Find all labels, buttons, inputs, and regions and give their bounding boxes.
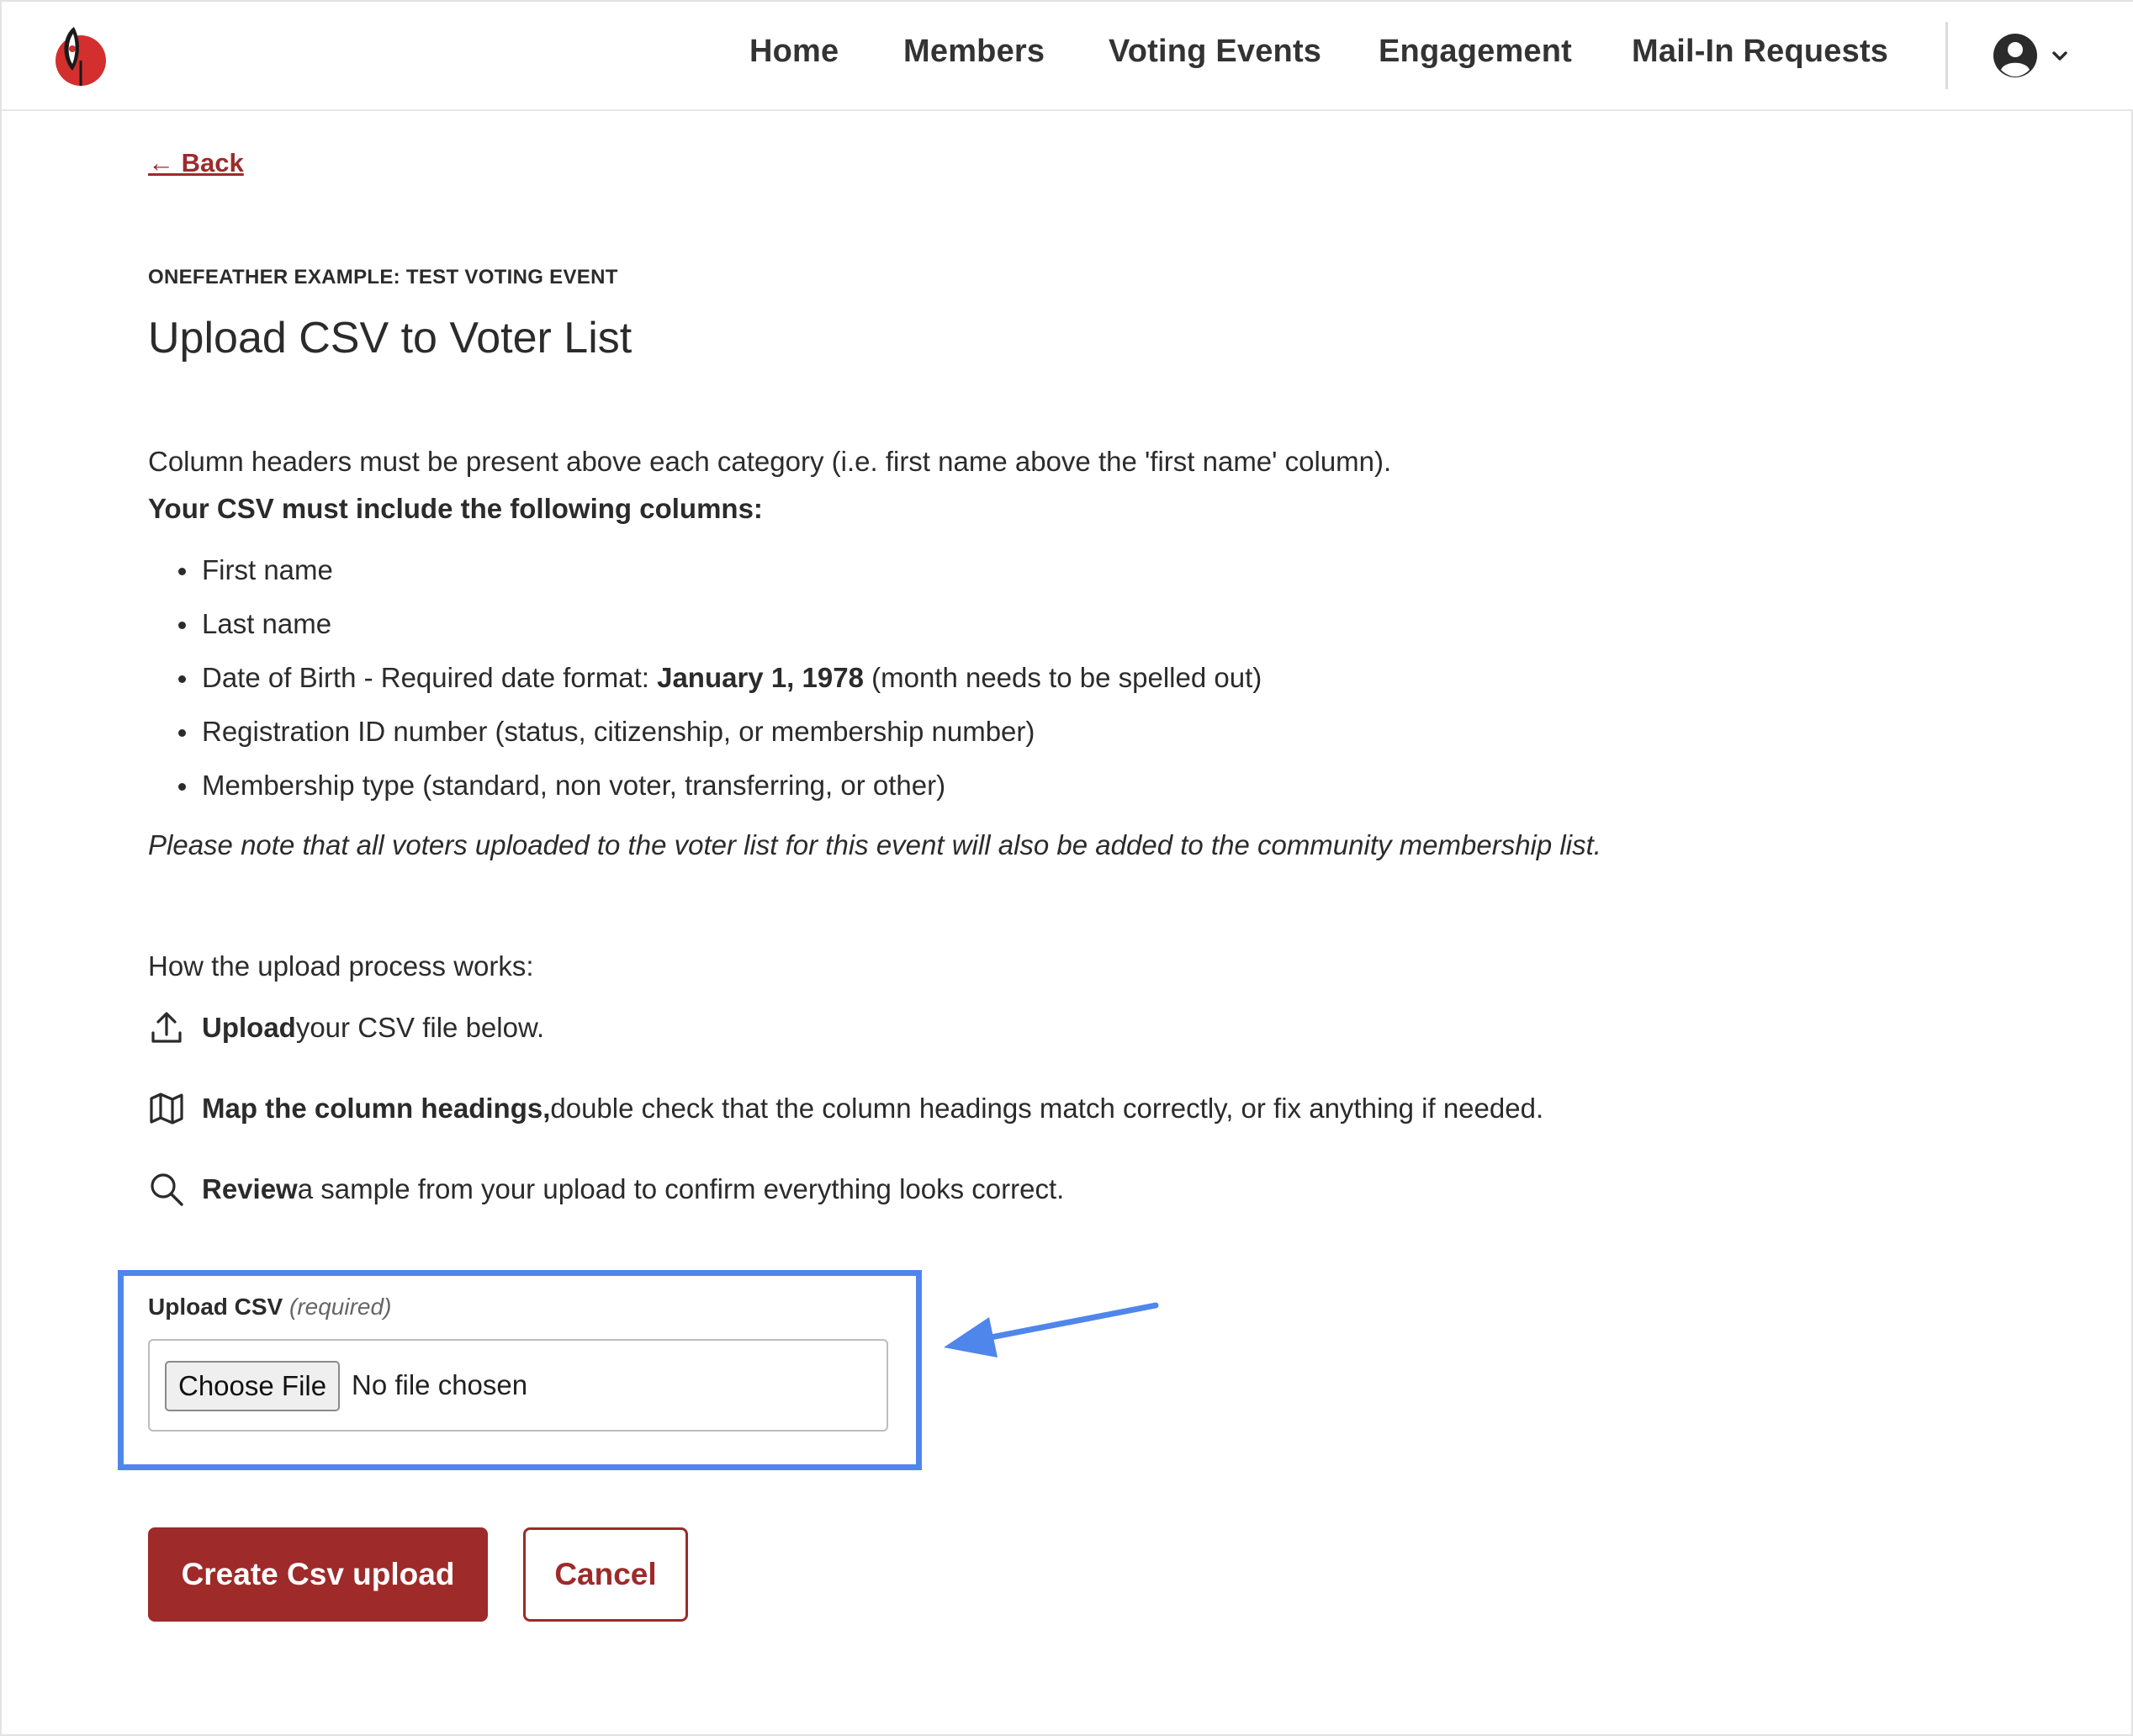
create-csv-upload-button[interactable]: Create Csv upload	[148, 1527, 488, 1622]
nav-divider	[1945, 22, 1948, 89]
choose-file-button[interactable]: Choose File	[165, 1361, 341, 1411]
list-item: Last name	[175, 606, 1262, 659]
back-link[interactable]: ← Back	[148, 148, 244, 178]
process-step-upload: Upload your CSV file below.	[148, 1008, 544, 1048]
list-item: Registration ID number (status, citizens…	[175, 713, 1262, 767]
upload-icon	[151, 1012, 182, 1043]
user-menu-button[interactable]	[1992, 32, 2076, 79]
step-upload-text: your CSV file below.	[295, 1012, 545, 1043]
process-step-map: Map the column headings, double check th…	[148, 1088, 1543, 1129]
column-membership-type: Membership type (standard, non voter, tr…	[202, 770, 946, 801]
upload-label-text: Upload CSV	[148, 1294, 283, 1320]
step-map-bold: Map the column headings,	[202, 1093, 551, 1124]
nav-home[interactable]: Home	[749, 34, 839, 70]
user-circle-icon	[1993, 34, 2037, 77]
top-navbar: Home Members Voting Events Engagement Ma…	[2, 2, 2133, 111]
chevron-down-icon	[2052, 51, 2067, 61]
column-dob-prefix: Date of Birth - Required date format:	[202, 662, 658, 693]
list-item: First name	[175, 552, 1262, 606]
step-upload-bold: Upload	[202, 1012, 296, 1043]
nav-engagement[interactable]: Engagement	[1379, 34, 1572, 70]
membership-note: Please note that all voters uploaded to …	[148, 829, 1601, 860]
page: Home Members Voting Events Engagement Ma…	[0, 0, 2133, 1736]
map-icon	[150, 1093, 183, 1125]
page-title: Upload CSV to Voter List	[148, 314, 632, 363]
cancel-button[interactable]: Cancel	[523, 1527, 688, 1622]
step-review-bold: Review	[202, 1173, 298, 1204]
column-dob-example: January 1, 1978	[657, 662, 864, 693]
column-last-name: Last name	[202, 608, 332, 639]
process-heading: How the upload process works:	[148, 950, 534, 982]
list-item: Membership type (standard, non voter, tr…	[175, 767, 1262, 821]
feather-logo-icon[interactable]	[49, 24, 109, 89]
column-dob-suffix: (month needs to be spelled out)	[863, 662, 1262, 693]
event-name: ONEFEATHER EXAMPLE: TEST VOTING EVENT	[148, 266, 618, 288]
column-registration-id: Registration ID number (status, citizens…	[202, 716, 1035, 747]
nav-voting-events[interactable]: Voting Events	[1109, 34, 1321, 70]
nav-mail-in-requests[interactable]: Mail-In Requests	[1632, 34, 1888, 70]
required-hint: (required)	[289, 1294, 392, 1320]
step-review-text: a sample from your upload to confirm eve…	[297, 1173, 1065, 1204]
process-step-review: Review a sample from your upload to conf…	[148, 1169, 1064, 1209]
columns-heading: Your CSV must include the following colu…	[148, 493, 763, 524]
step-map-text: double check that the column headings ma…	[550, 1093, 1544, 1124]
upload-csv-label: Upload CSV (required)	[148, 1294, 391, 1321]
required-columns-list: First name Last name Date of Birth - Req…	[175, 552, 1262, 821]
no-file-chosen-text: No file chosen	[352, 1369, 528, 1400]
csv-file-input[interactable]: Choose File No file chosen	[148, 1339, 888, 1432]
list-item: Date of Birth - Required date format: Ja…	[175, 659, 1262, 713]
nav-members[interactable]: Members	[903, 34, 1045, 70]
search-icon	[151, 1173, 183, 1206]
annotation-arrow-icon	[944, 1302, 1159, 1358]
column-first-name: First name	[202, 554, 333, 585]
intro-text: Column headers must be present above eac…	[148, 446, 1392, 477]
